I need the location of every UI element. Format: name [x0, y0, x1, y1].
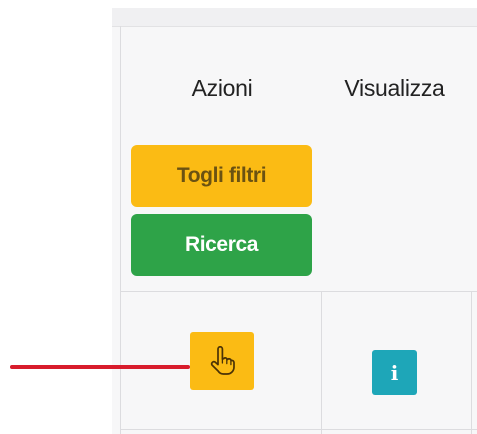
- info-button[interactable]: i: [372, 350, 417, 395]
- hand-pointer-icon: [209, 345, 235, 376]
- column-divider: [471, 291, 472, 434]
- search-button[interactable]: Ricerca: [131, 214, 312, 276]
- select-row-button[interactable]: [190, 332, 254, 390]
- row-divider: [120, 429, 477, 430]
- clear-filters-button[interactable]: Togli filtri: [131, 145, 312, 207]
- column-header-actions[interactable]: Azioni: [172, 74, 272, 102]
- table-border-left: [120, 26, 121, 434]
- filter-row-divider: [120, 291, 477, 292]
- column-divider: [321, 291, 322, 434]
- results-table: Azioni Visualizza Togli filtri Ricerca i: [112, 8, 477, 434]
- table-top-strip: [112, 8, 477, 27]
- info-icon: i: [390, 360, 399, 385]
- annotation-arrow-line: [10, 365, 190, 369]
- column-header-view[interactable]: Visualizza: [327, 74, 462, 102]
